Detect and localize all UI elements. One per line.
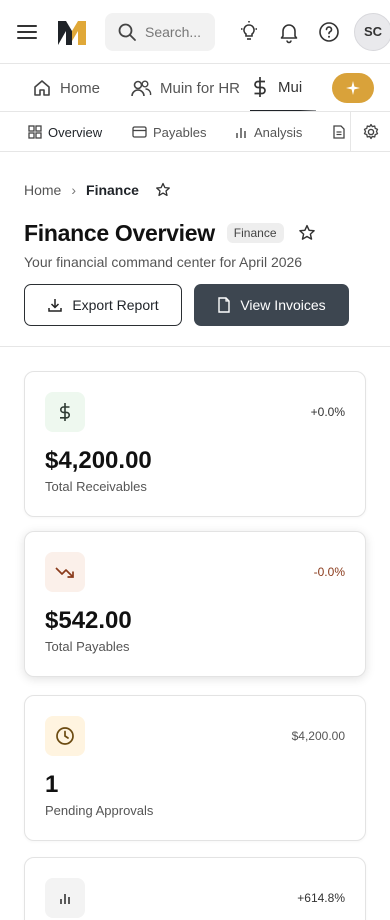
search-placeholder[interactable]: Search... (145, 24, 201, 40)
file-icon (218, 297, 231, 313)
tab-finance-label: Mui (278, 78, 303, 96)
document-icon (333, 125, 345, 139)
breadcrumb-current: Finance (86, 182, 139, 198)
view-invoices-label: View Invoices (240, 297, 326, 313)
pending-value: 1 (45, 771, 59, 798)
breadcrumb: Home › Finance (24, 180, 171, 200)
payables-change: -0.0% (313, 565, 345, 579)
subtab-payables[interactable]: Payables (132, 112, 207, 151)
lightbulb-icon[interactable] (237, 20, 261, 44)
payables-value: $542.00 (45, 607, 132, 634)
app-logo[interactable] (56, 17, 88, 47)
receivables-icon-box (45, 392, 85, 432)
clock-icon (56, 727, 74, 745)
download-icon (48, 299, 63, 312)
subtab-overview[interactable]: Overview (28, 112, 103, 151)
stat-card-receivables[interactable]: +0.0% $4,200.00 Total Receivables (24, 371, 366, 517)
export-report-label: Export Report (72, 297, 159, 313)
subtab-overview-label: Overview (48, 124, 103, 140)
page-badge: Finance (226, 223, 284, 243)
tab-overflow-fade (300, 64, 330, 111)
avatar[interactable]: SC (354, 13, 390, 51)
page-subtitle: Your financial command center for April … (24, 254, 303, 270)
card-icon (132, 126, 147, 138)
bar-chart-icon (236, 128, 246, 138)
favorite-star-icon[interactable] (298, 224, 316, 242)
top-bar: Search... SC (0, 0, 390, 64)
page-title: Finance Overview (24, 219, 215, 246)
tab-home[interactable]: Home (32, 64, 101, 111)
app-tab-bar: Home Muin for HR Mui (0, 64, 390, 112)
menu-icon[interactable] (17, 22, 39, 42)
ai-assistant-button[interactable] (332, 73, 374, 103)
stat-card-payables[interactable]: -0.0% $542.00 Total Payables (24, 531, 366, 677)
pending-amount: $4,200.00 (291, 729, 345, 743)
breadcrumb-home[interactable]: Home (24, 182, 61, 198)
dollar-icon (60, 403, 70, 421)
stat-card-pending-approvals[interactable]: $4,200.00 1 Pending Approvals (24, 695, 366, 841)
tab-muin-for-hr[interactable]: Muin for HR (130, 64, 241, 111)
page-header: Finance Overview Finance (24, 218, 316, 248)
stat-card-growth[interactable]: +614.8% (24, 857, 366, 920)
finance-sub-nav: Overview Payables Analysis (0, 112, 390, 152)
home-icon (34, 80, 50, 96)
gear-icon (363, 123, 378, 140)
help-icon[interactable] (317, 20, 341, 44)
dollar-icon (254, 77, 266, 97)
bar-chart-icon (60, 894, 70, 904)
subtab-payables-label: Payables (153, 124, 207, 140)
payables-label: Total Payables (45, 639, 130, 654)
view-invoices-button[interactable]: View Invoices (194, 284, 349, 326)
star-icon[interactable] (155, 182, 171, 198)
export-report-button[interactable]: Export Report (24, 284, 182, 326)
subtab-analysis-label: Analysis (254, 124, 303, 140)
grid-icon (28, 125, 42, 139)
chevron-right-icon: › (71, 182, 77, 198)
receivables-label: Total Receivables (45, 479, 147, 494)
receivables-change: +0.0% (310, 405, 345, 419)
pending-label: Pending Approvals (45, 803, 154, 818)
tab-home-label: Home (60, 79, 101, 97)
growth-change: +614.8% (297, 891, 345, 905)
pending-icon-box (45, 716, 85, 756)
payables-icon-box (45, 552, 85, 592)
users-icon (131, 80, 152, 97)
tab-muin-for-hr-label: Muin for HR (160, 79, 241, 97)
search-bar[interactable]: Search... (105, 13, 215, 51)
bell-icon[interactable] (277, 20, 301, 44)
trending-down-icon (55, 567, 74, 578)
sub-nav-settings[interactable] (350, 112, 390, 151)
growth-icon-box (45, 878, 85, 918)
receivables-value: $4,200.00 (45, 447, 152, 474)
search-icon (118, 23, 136, 41)
subtab-reports[interactable] (333, 112, 351, 151)
subtab-analysis[interactable]: Analysis (234, 112, 303, 151)
sparkle-icon (346, 81, 360, 95)
section-divider (0, 346, 390, 347)
